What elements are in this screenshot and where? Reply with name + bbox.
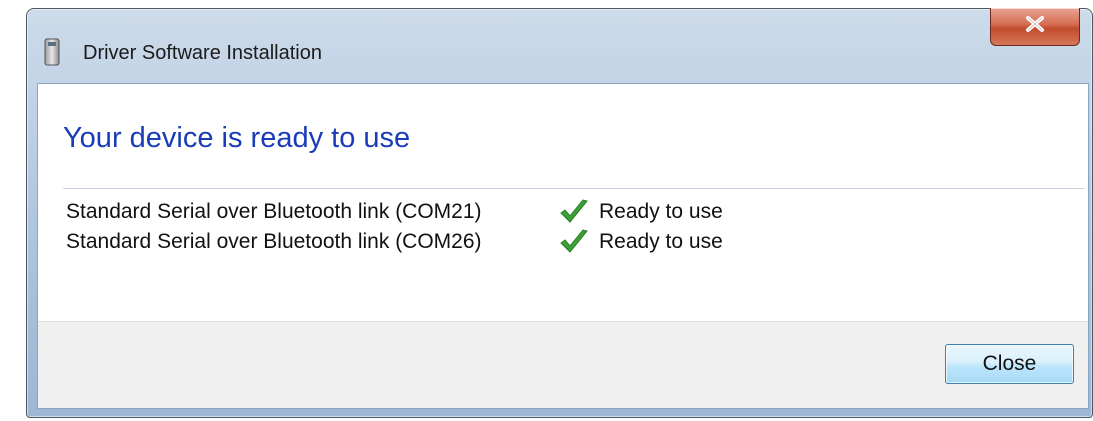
page-title: Your device is ready to use [63, 122, 411, 154]
dialog-footer: Close [38, 321, 1088, 408]
device-status: Ready to use [599, 200, 723, 223]
device-name: Standard Serial over Bluetooth link (COM… [66, 230, 482, 253]
window-title: Driver Software Installation [83, 42, 322, 64]
green-checkmark-icon [558, 228, 590, 256]
device-name: Standard Serial over Bluetooth link (COM… [66, 200, 482, 223]
close-icon [1024, 15, 1046, 38]
dialog-content: Your device is ready to use Standard Ser… [37, 83, 1089, 409]
dialog-window: Driver Software Installation Your device… [26, 8, 1093, 418]
green-checkmark-icon [558, 198, 590, 226]
device-status: Ready to use [599, 230, 723, 253]
divider [63, 188, 1084, 189]
device-icon [41, 37, 63, 67]
window-close-button[interactable] [990, 8, 1080, 46]
title-bar[interactable]: Driver Software Installation [27, 8, 1092, 83]
close-button[interactable]: Close [945, 344, 1074, 384]
